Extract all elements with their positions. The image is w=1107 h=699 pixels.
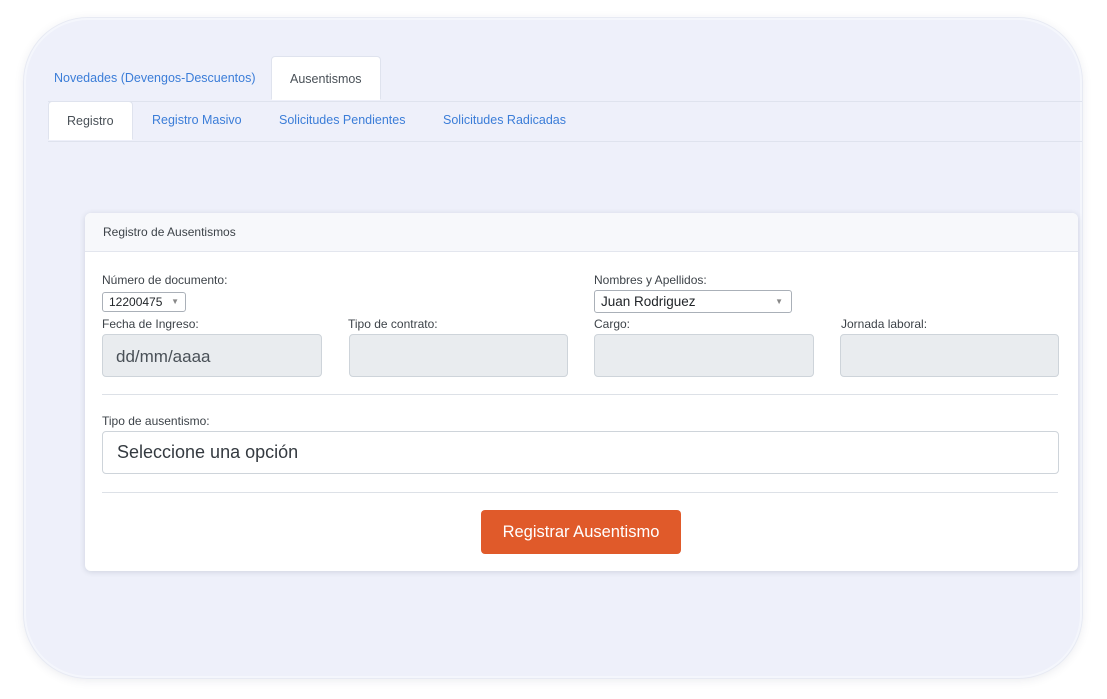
nombres-value: Juan Rodriguez <box>601 294 696 309</box>
ausentismo-card: Registro de Ausentismos Número de docume… <box>85 213 1078 571</box>
tab-registro-masivo[interactable]: Registro Masivo <box>152 101 242 140</box>
divider <box>102 394 1058 395</box>
chevron-down-icon: ▼ <box>775 297 783 306</box>
tipo-ausentismo-select[interactable]: Seleccione una opción <box>102 431 1059 474</box>
numero-documento-select[interactable]: 12200475 ▼ <box>102 292 186 312</box>
tab-novedades[interactable]: Novedades (Devengos-Descuentos) <box>54 56 256 100</box>
tab-registro[interactable]: Registro <box>48 101 133 140</box>
cargo-label: Cargo: <box>594 317 631 331</box>
tab-solicitudes-radicadas[interactable]: Solicitudes Radicadas <box>443 101 566 140</box>
jornada-label: Jornada laboral: <box>841 317 928 331</box>
card-title: Registro de Ausentismos <box>85 213 1078 252</box>
nombres-select[interactable]: Juan Rodriguez ▼ <box>594 290 792 313</box>
app-frame: Novedades (Devengos-Descuentos) Ausentis… <box>24 18 1082 678</box>
tab-solicitudes-pendientes[interactable]: Solicitudes Pendientes <box>279 101 405 140</box>
chevron-down-icon: ▼ <box>171 297 179 306</box>
fecha-ingreso-label: Fecha de Ingreso: <box>102 317 199 331</box>
divider <box>102 492 1058 493</box>
nombres-label: Nombres y Apellidos: <box>594 273 707 287</box>
tipo-ausentismo-label: Tipo de ausentismo: <box>102 414 210 428</box>
main-content: Novedades (Devengos-Descuentos) Ausentis… <box>48 40 1082 571</box>
primary-tabs: Novedades (Devengos-Descuentos) Ausentis… <box>48 56 1082 102</box>
tipo-contrato-label: Tipo de contrato: <box>348 317 438 331</box>
tab-ausentismos[interactable]: Ausentismos <box>271 56 381 100</box>
secondary-tabs: Registro Registro Masivo Solicitudes Pen… <box>48 101 1082 142</box>
numero-documento-value: 12200475 <box>109 295 163 309</box>
numero-documento-label: Número de documento: <box>102 273 228 287</box>
registrar-ausentismo-button[interactable]: Registrar Ausentismo <box>481 510 681 554</box>
jornada-field[interactable] <box>840 334 1059 377</box>
cargo-field[interactable] <box>594 334 814 377</box>
tipo-contrato-field[interactable] <box>349 334 568 377</box>
fecha-ingreso-field[interactable]: dd/mm/aaaa <box>102 334 322 377</box>
